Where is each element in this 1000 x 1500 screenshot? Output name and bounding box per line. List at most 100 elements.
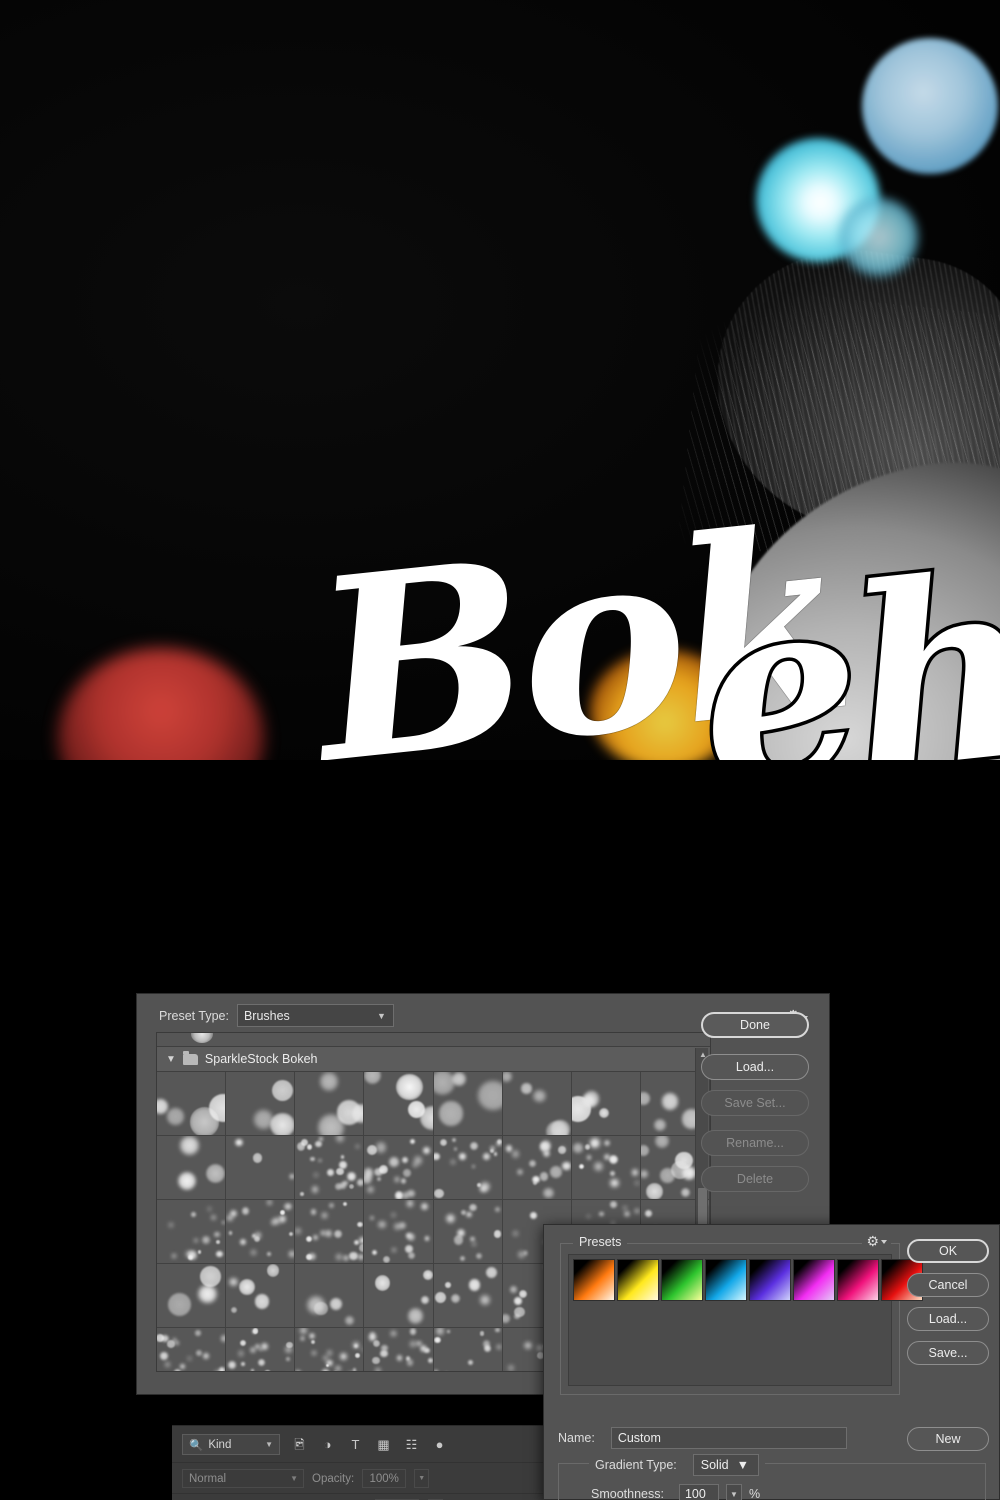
gradient-ok-button[interactable]: OK	[907, 1239, 989, 1263]
bokeh-dot	[466, 1211, 472, 1218]
brush-preset-thumbnail[interactable]	[295, 1200, 365, 1264]
gradient-cancel-button[interactable]: Cancel	[907, 1273, 989, 1297]
gradient-type-select[interactable]: Solid ▼	[692, 1454, 759, 1476]
gradient-swatch-black-green-yellow[interactable]	[661, 1259, 703, 1301]
gradient-load-button[interactable]: Load...	[907, 1307, 989, 1331]
bokeh-dot	[198, 1250, 202, 1254]
bokeh-dot	[530, 1211, 538, 1219]
bokeh-dot	[336, 1136, 345, 1143]
brush-preset-thumbnail[interactable]	[226, 1136, 296, 1200]
brush-preset-thumbnail[interactable]	[433, 1136, 503, 1200]
brush-preset-thumbnail[interactable]	[295, 1136, 365, 1200]
bokeh-dot	[311, 1186, 319, 1193]
preset-group-header[interactable]: ▼ SparkleStock Bokeh	[157, 1047, 710, 1072]
brush-preset-thumbnail[interactable]	[502, 1072, 572, 1136]
bokeh-dot	[406, 1200, 414, 1207]
layer-kind-filter[interactable]: 🔍 Kind ▼	[182, 1434, 280, 1455]
blend-mode-select[interactable]: Normal ▼	[182, 1469, 304, 1488]
preset-manager-load-button[interactable]: Load...	[701, 1054, 809, 1080]
bokeh-dot	[238, 1351, 244, 1356]
chevron-down-icon[interactable]: ▼	[166, 1054, 176, 1065]
smart-object-icon[interactable]: ☷	[403, 1436, 420, 1453]
brush-preset-thumbnail[interactable]	[364, 1200, 434, 1264]
bokeh-dot	[288, 1251, 295, 1258]
brush-preset-thumbnail[interactable]	[157, 1200, 227, 1264]
brush-preset-thumbnail[interactable]	[226, 1264, 296, 1328]
adjustment-layer-icon[interactable]: ◑	[319, 1436, 336, 1453]
bokeh-dot	[550, 1165, 563, 1178]
brush-preset-thumbnail[interactable]	[364, 1136, 434, 1200]
gradient-swatch-black-violet-lavender[interactable]	[749, 1259, 791, 1301]
gradient-swatch-black-blue-cyan[interactable]	[705, 1259, 747, 1301]
bokeh-dot	[203, 1352, 210, 1359]
brush-preset-thumbnail[interactable]	[364, 1264, 434, 1328]
bokeh-dot	[375, 1367, 381, 1371]
bokeh-dot	[180, 1363, 186, 1370]
brush-preset-thumbnail[interactable]	[433, 1072, 503, 1136]
brush-preset-thumbnail[interactable]	[295, 1072, 365, 1136]
bokeh-dot	[315, 1140, 322, 1148]
preset-type-select[interactable]: Brushes ▼	[236, 1004, 394, 1027]
brush-preset-thumbnail[interactable]	[295, 1264, 365, 1328]
new-gradient-button[interactable]: New	[907, 1427, 989, 1451]
bokeh-dot	[167, 1340, 175, 1348]
image-layer-icon[interactable]: 🖻	[291, 1436, 308, 1453]
gradient-swatch-grid[interactable]	[573, 1259, 923, 1301]
bokeh-dot	[533, 1181, 538, 1186]
gradient-name-input[interactable]: Custom	[610, 1427, 847, 1449]
bokeh-dot	[295, 1370, 302, 1371]
preset-manager-done-button[interactable]: Done	[701, 1012, 809, 1038]
brush-preset-thumbnail[interactable]	[226, 1328, 296, 1371]
layers-filter-row: 🔍 Kind ▼ 🖻 ◑ T ▦ ☷ ●	[172, 1426, 544, 1455]
bokeh-dot	[160, 1352, 168, 1360]
bokeh-dot	[543, 1187, 554, 1199]
brush-preset-thumbnail[interactable]	[157, 1072, 227, 1136]
brush-preset-thumbnail[interactable]	[295, 1328, 365, 1371]
bokeh-dot	[539, 1172, 549, 1181]
bokeh-dot	[407, 1308, 424, 1324]
gradient-swatch-black-pink-rose[interactable]	[837, 1259, 879, 1301]
brush-preset-thumbnail[interactable]	[571, 1136, 641, 1200]
bokeh-dot	[475, 1253, 482, 1260]
filter-toggle-icon[interactable]: ●	[431, 1436, 448, 1453]
smoothness-input[interactable]: 100	[678, 1484, 719, 1500]
bokeh-dot	[394, 1223, 401, 1230]
bokeh-dot	[467, 1360, 473, 1366]
smoothness-stepper[interactable]: ▼	[725, 1484, 742, 1500]
preset-list-top-strip	[157, 1033, 710, 1047]
brush-preset-thumbnail[interactable]	[433, 1200, 503, 1264]
brush-preset-thumbnail[interactable]	[157, 1136, 227, 1200]
layers-panel: 🔍 Kind ▼ 🖻 ◑ T ▦ ☷ ● Normal ▼ Opacity: 1…	[172, 1425, 544, 1500]
brush-preset-thumbnail[interactable]	[433, 1264, 503, 1328]
bokeh-dot	[511, 1150, 520, 1158]
gear-icon: ⚙	[866, 1233, 879, 1249]
brush-preset-thumbnail[interactable]	[433, 1328, 503, 1371]
shape-layer-icon[interactable]: ▦	[375, 1436, 392, 1453]
brush-preset-thumbnail[interactable]	[157, 1328, 227, 1371]
bokeh-dot	[397, 1355, 403, 1361]
bokeh-dot	[435, 1291, 447, 1303]
brush-preset-thumbnail[interactable]	[364, 1328, 434, 1371]
type-layer-icon[interactable]: T	[347, 1436, 364, 1453]
gradient-swatch-black-yellow-white[interactable]	[617, 1259, 659, 1301]
opacity-value[interactable]: 100%	[362, 1469, 407, 1488]
brush-preset-thumbnail[interactable]	[226, 1200, 296, 1264]
opacity-stepper[interactable]: ▼	[414, 1469, 430, 1488]
bokeh-dot	[312, 1234, 319, 1241]
bokeh-dot	[591, 1141, 597, 1147]
brush-preset-thumbnail[interactable]	[571, 1072, 641, 1136]
bokeh-dot	[340, 1155, 345, 1159]
brush-preset-thumbnail[interactable]	[364, 1072, 434, 1136]
brush-preset-thumbnail[interactable]	[502, 1136, 572, 1200]
bokeh-dot	[608, 1154, 619, 1165]
gradient-presets-menu-button[interactable]: ⚙	[862, 1234, 891, 1248]
bokeh-dot	[505, 1144, 513, 1152]
chevron-down-icon: ▼	[736, 1458, 749, 1472]
gradient-save-button[interactable]: Save...	[907, 1341, 989, 1365]
bokeh-dot	[326, 1349, 333, 1356]
bokeh-dot	[409, 1328, 416, 1335]
brush-preset-thumbnail[interactable]	[226, 1072, 296, 1136]
brush-preset-thumbnail[interactable]	[157, 1264, 227, 1328]
gradient-swatch-black-magenta-lilac[interactable]	[793, 1259, 835, 1301]
gradient-swatch-black-orange-white[interactable]	[573, 1259, 615, 1301]
